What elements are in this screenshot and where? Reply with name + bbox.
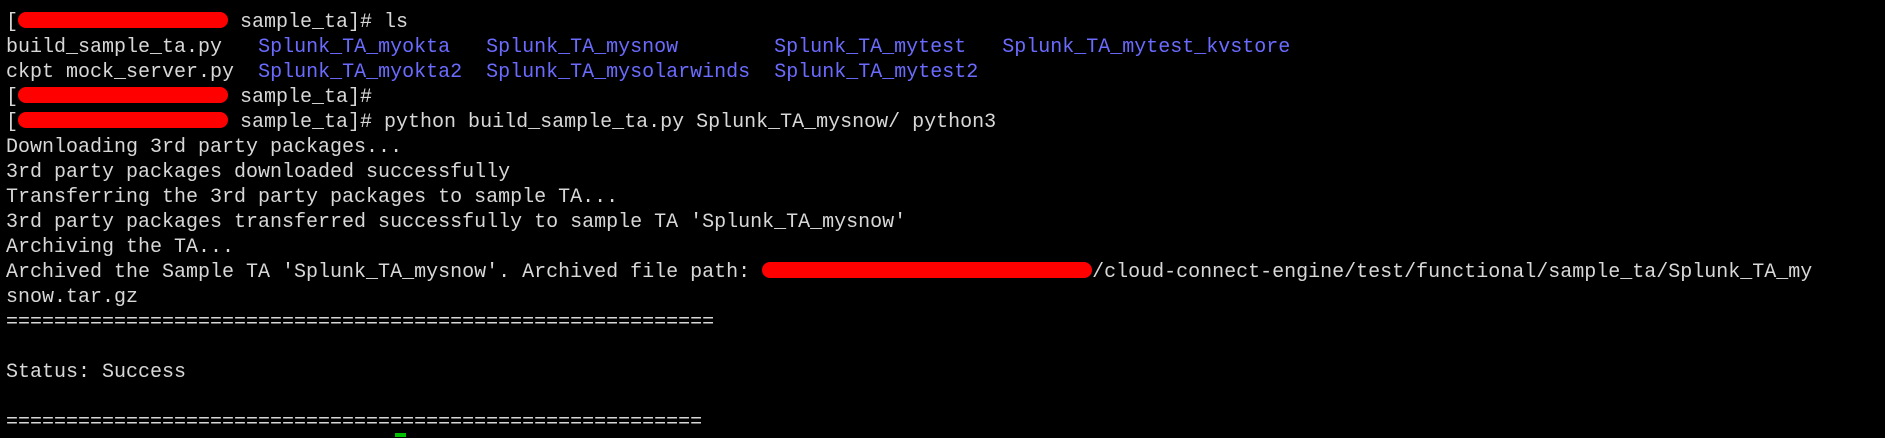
directory-entry: Splunk_TA_mysnow <box>486 36 679 59</box>
redacted-host <box>18 12 229 28</box>
prompt-bracket: [ <box>6 11 19 34</box>
directory-entry: Splunk_TA_mytest <box>774 36 967 59</box>
archived-path: /cloud-connect-engine/test/functional/sa… <box>1092 261 1813 284</box>
ls-output-row: ckpt mock_server.py Splunk_TA_myokta2 Sp… <box>6 60 1812 85</box>
terminal-window[interactable]: [ sample_ta]# ls build_sample_ta.py Splu… <box>0 0 1885 438</box>
prompt-line-build: [ sample_ta]# python build_sample_ta.py … <box>6 110 1812 135</box>
column-gap <box>966 36 1002 59</box>
prompt-line-ls: [ sample_ta]# ls <box>6 10 1812 35</box>
column-gap <box>234 61 258 84</box>
prompt-suffix: sample_ta]# <box>228 11 385 34</box>
directory-entry: Splunk_TA_myokta <box>258 36 451 59</box>
terminal-output: [ sample_ta]# ls build_sample_ta.py Splu… <box>6 10 1812 435</box>
command-text: python build_sample_ta.py Splunk_TA_mysn… <box>384 111 997 134</box>
output-line: Archiving the TA... <box>6 236 235 259</box>
output-line: Transferring the 3rd party packages to s… <box>6 186 619 209</box>
archived-path-line: Archived the Sample TA 'Splunk_TA_mysnow… <box>6 260 1812 285</box>
column-gap <box>222 36 258 59</box>
column-gap <box>450 36 486 59</box>
archived-prefix: Archived the Sample TA 'Splunk_TA_mysnow… <box>6 261 763 284</box>
file-entry: ckpt mock_server.py <box>6 61 235 84</box>
redacted-host <box>18 112 229 128</box>
directory-entry: Splunk_TA_myokta2 <box>258 61 463 84</box>
separator-line: ========================================… <box>6 411 703 434</box>
prompt-bracket: [ <box>6 111 19 134</box>
prompt-line-empty: [ sample_ta]# <box>6 85 1812 110</box>
archived-path-wrap: snow.tar.gz <box>6 286 139 309</box>
prompt-suffix: sample_ta]# <box>228 86 385 109</box>
redacted-path <box>762 262 1093 278</box>
column-gap <box>678 36 774 59</box>
output-line: Downloading 3rd party packages... <box>6 136 403 159</box>
directory-entry: Splunk_TA_mytest_kvstore <box>1002 36 1291 59</box>
command-text: ls <box>384 11 409 34</box>
directory-entry: Splunk_TA_mysolarwinds <box>486 61 751 84</box>
prompt-bracket: [ <box>6 86 19 109</box>
ls-output-row: build_sample_ta.py Splunk_TA_myokta Splu… <box>6 35 1812 60</box>
directory-entry: Splunk_TA_mytest2 <box>774 61 979 84</box>
output-line: 3rd party packages transferred successfu… <box>6 211 907 234</box>
column-gap <box>750 61 774 84</box>
prompt-suffix: sample_ta]# <box>228 111 385 134</box>
file-entry: build_sample_ta.py <box>6 36 223 59</box>
column-gap <box>462 61 486 84</box>
redacted-host <box>18 87 229 103</box>
output-line: 3rd party packages downloaded successful… <box>6 161 511 184</box>
status-line: Status: Success <box>6 361 187 384</box>
terminal-cursor <box>395 433 406 437</box>
separator-line: ========================================… <box>6 311 715 334</box>
